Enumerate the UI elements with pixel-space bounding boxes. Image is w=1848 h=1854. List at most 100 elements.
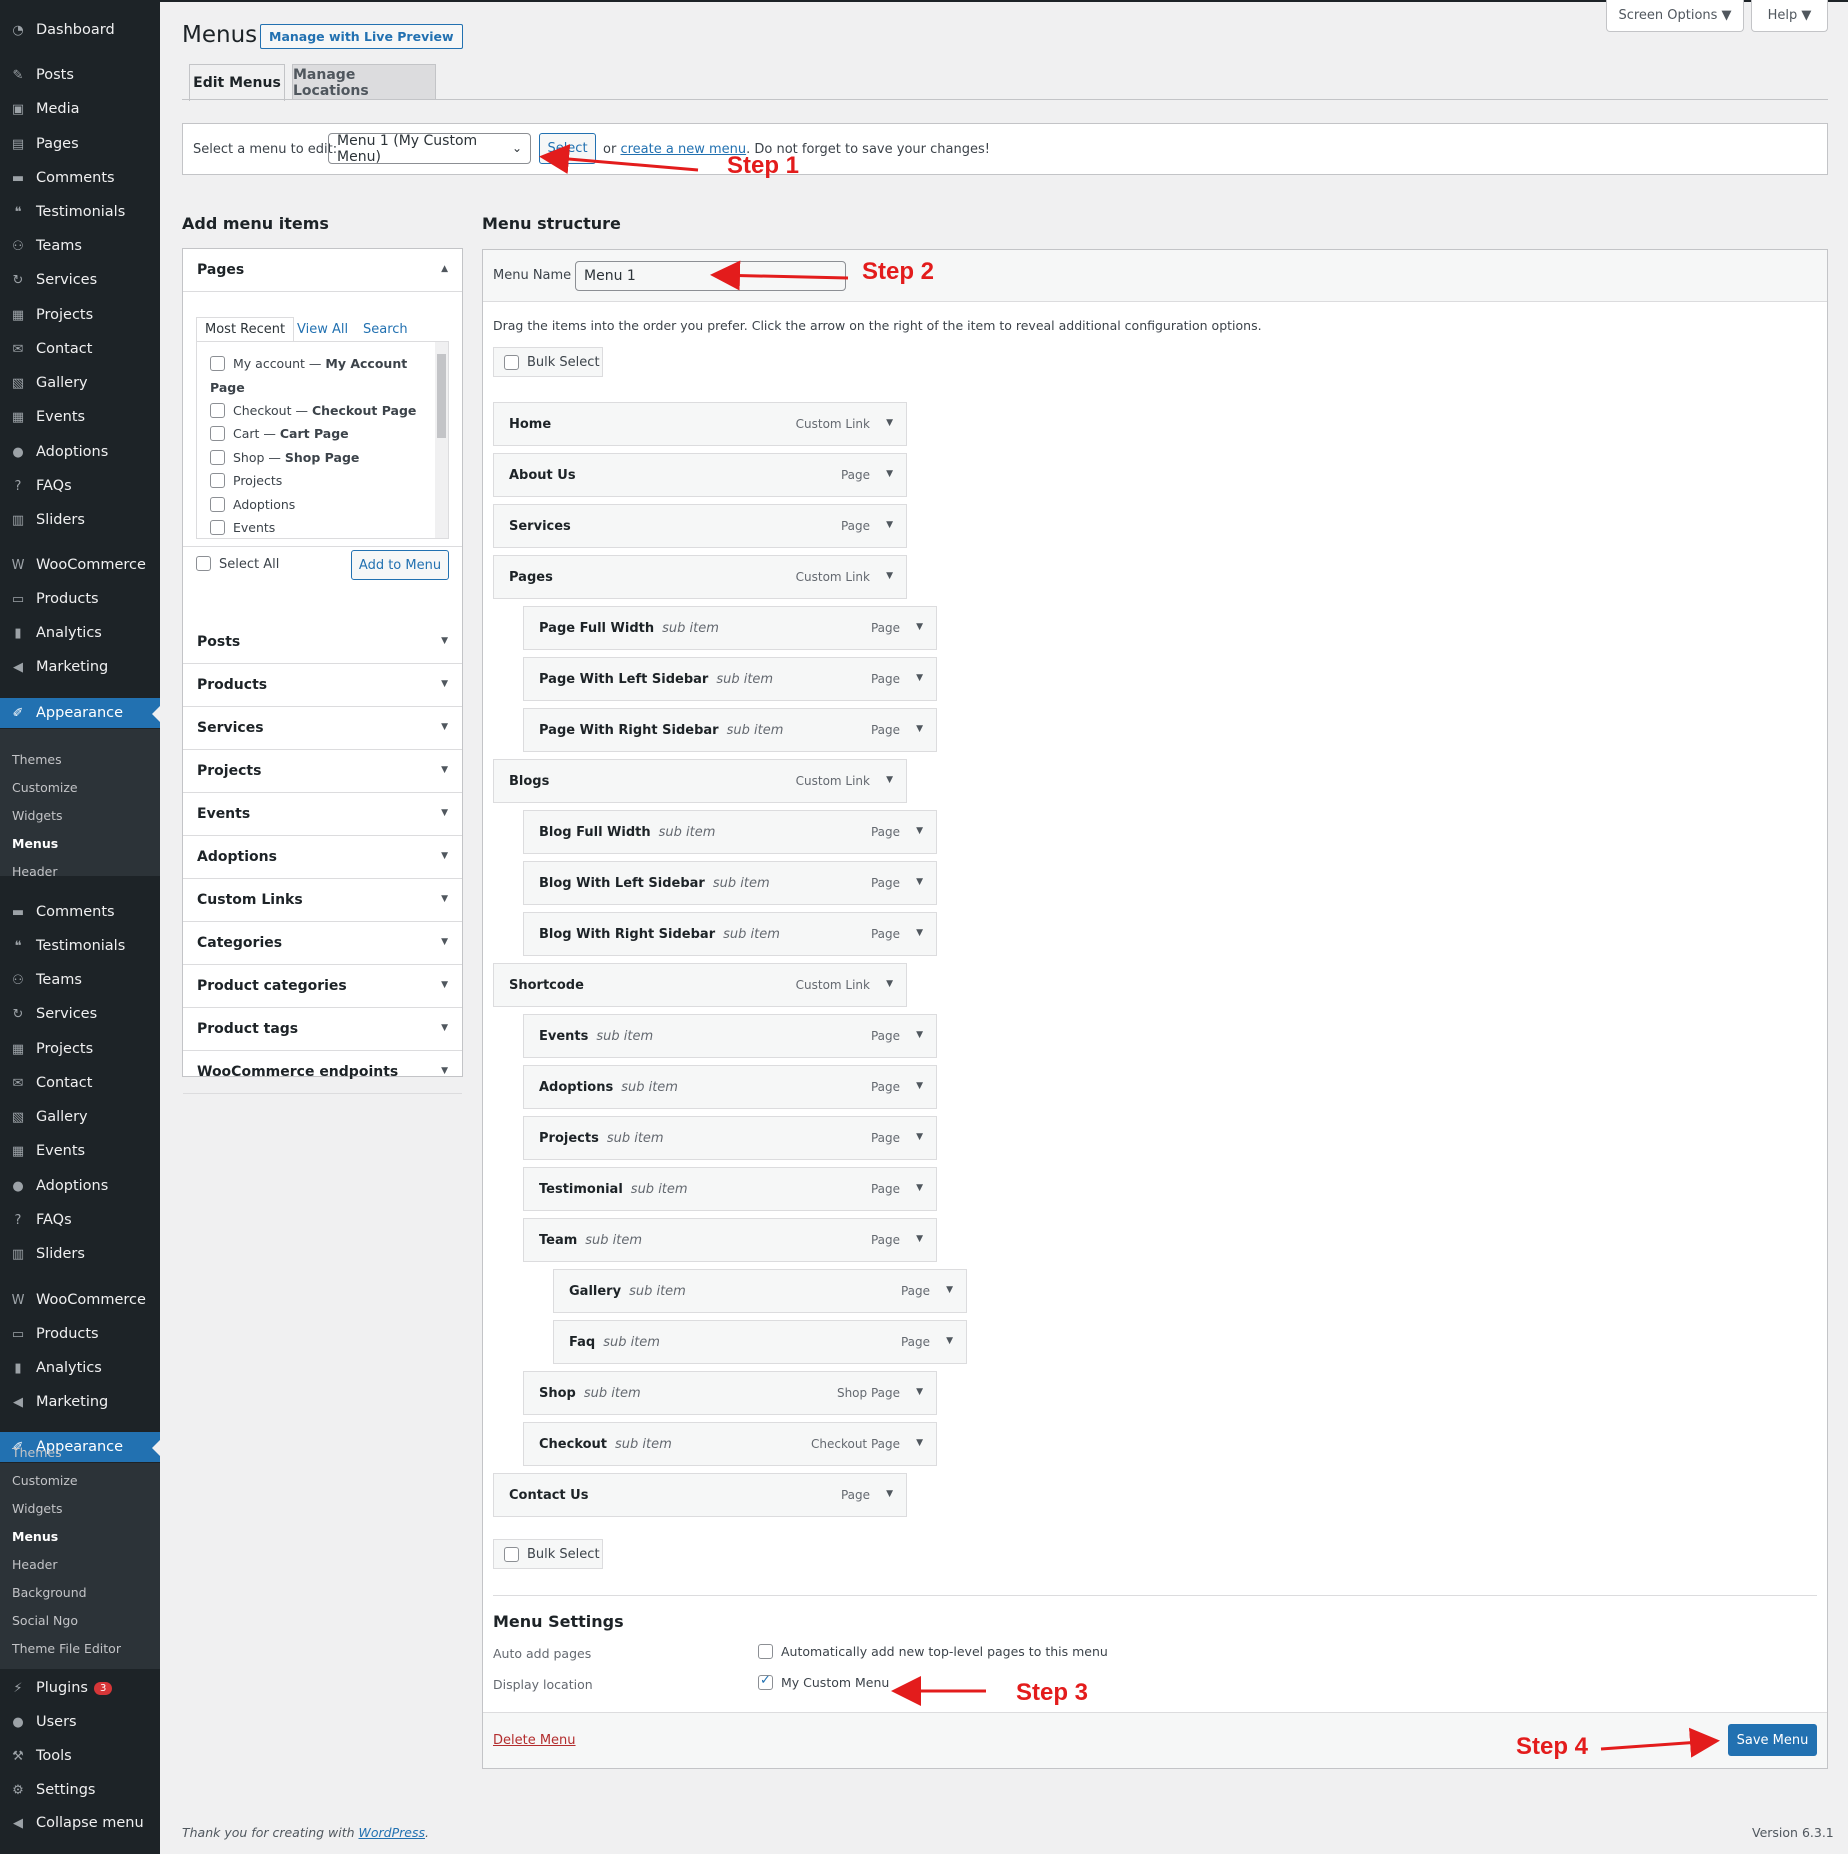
checkbox[interactable]: [196, 556, 211, 571]
select-all-checkbox[interactable]: Select All: [196, 556, 279, 572]
manage-live-preview-button[interactable]: Manage with Live Preview: [260, 24, 463, 49]
sidebar-item-woocommerce[interactable]: W WooCommerce: [0, 550, 160, 580]
save-menu-button[interactable]: Save Menu: [1728, 1724, 1817, 1756]
accordion-pages[interactable]: Pages ▲: [183, 249, 462, 292]
accordion-services[interactable]: Services ▼: [183, 707, 462, 750]
sidebar-item-collapse-menu[interactable]: ◀ Collapse menu: [0, 1808, 160, 1838]
bulk-select-top[interactable]: Bulk Select: [493, 347, 603, 377]
auto-add-pages-option[interactable]: Automatically add new top-level pages to…: [758, 1644, 1108, 1659]
menu-item-about-us[interactable]: About Us Page ▼: [493, 453, 907, 497]
checkbox[interactable]: [504, 354, 519, 370]
help-button[interactable]: Help ▼: [1751, 0, 1828, 32]
wordpress-link[interactable]: WordPress: [359, 1825, 425, 1840]
checkbox[interactable]: [210, 403, 225, 418]
sidebar-item-products[interactable]: ▭ Products: [0, 584, 160, 614]
expand-arrow-icon[interactable]: ▼: [886, 469, 893, 479]
sidebar-item-appearance[interactable]: ✐ Appearance: [0, 698, 160, 728]
accordion-events[interactable]: Events ▼: [183, 793, 462, 836]
menu-item-pages[interactable]: Pages Custom Link ▼: [493, 555, 907, 599]
delete-menu-link[interactable]: Delete Menu: [493, 1733, 576, 1748]
tab-view-all[interactable]: View All: [297, 322, 348, 337]
checkbox[interactable]: [504, 1546, 519, 1562]
sidebar-item-products[interactable]: ▭ Products: [0, 1319, 160, 1349]
submenu-background[interactable]: Background: [12, 1585, 87, 1600]
sidebar-item-events[interactable]: ▦ Events: [0, 402, 160, 432]
sidebar-item-sliders[interactable]: ▥ Sliders: [0, 505, 160, 535]
accordion-product-categories[interactable]: Product categories ▼: [183, 965, 462, 1008]
pages-list-scrollbar[interactable]: [435, 342, 448, 538]
submenu-customize[interactable]: Customize: [12, 780, 78, 795]
expand-arrow-icon[interactable]: ▼: [916, 1438, 923, 1448]
submenu-customize[interactable]: Customize: [12, 1473, 78, 1488]
sidebar-item-adoptions[interactable]: ● Adoptions: [0, 1171, 160, 1201]
submenu-header[interactable]: Header: [12, 864, 58, 879]
add-to-menu-button[interactable]: Add to Menu: [351, 550, 449, 580]
expand-arrow-icon[interactable]: ▼: [916, 1234, 923, 1244]
menu-item-testimonial[interactable]: Testimonial sub item Page ▼: [523, 1167, 937, 1211]
page-checklist-item[interactable]: Projects: [210, 469, 282, 493]
sidebar-item-pages[interactable]: ▤ Pages: [0, 129, 160, 159]
page-checklist-item[interactable]: Checkout — Checkout Page: [210, 399, 416, 423]
sidebar-item-events[interactable]: ▦ Events: [0, 1136, 160, 1166]
menu-item-contact-us[interactable]: Contact Us Page ▼: [493, 1473, 907, 1517]
accordion-posts[interactable]: Posts ▼: [183, 621, 462, 664]
checkbox[interactable]: [210, 426, 225, 441]
auto-add-checkbox[interactable]: [758, 1644, 773, 1659]
submenu-header[interactable]: Header: [12, 1557, 58, 1572]
display-location-option[interactable]: My Custom Menu: [758, 1673, 889, 1690]
submenu-widgets[interactable]: Widgets: [12, 1501, 63, 1516]
sidebar-item-testimonials[interactable]: ❝ Testimonials: [0, 197, 160, 227]
menu-item-services[interactable]: Services Page ▼: [493, 504, 907, 548]
expand-arrow-icon[interactable]: ▼: [886, 571, 893, 581]
menu-item-shortcode[interactable]: Shortcode Custom Link ▼: [493, 963, 907, 1007]
menu-item-team[interactable]: Team sub item Page ▼: [523, 1218, 937, 1262]
sidebar-item-projects[interactable]: ▦ Projects: [0, 300, 160, 330]
menu-item-blog-full-width[interactable]: Blog Full Width sub item Page ▼: [523, 810, 937, 854]
my-custom-menu-checkbox[interactable]: [758, 1673, 773, 1690]
checkbox[interactable]: [210, 450, 225, 465]
sidebar-item-faqs[interactable]: ? FAQs: [0, 471, 160, 501]
checkbox[interactable]: [210, 356, 225, 371]
page-checklist-item[interactable]: My account — My Account: [210, 352, 407, 376]
sidebar-item-faqs[interactable]: ? FAQs: [0, 1205, 160, 1235]
sidebar-item-users[interactable]: ● Users: [0, 1707, 160, 1737]
bulk-select-bottom[interactable]: Bulk Select: [493, 1539, 603, 1569]
screen-options-button[interactable]: Screen Options ▼: [1606, 0, 1744, 32]
tab-edit-menus[interactable]: Edit Menus: [189, 64, 285, 101]
sidebar-item-gallery[interactable]: ▧ Gallery: [0, 1102, 160, 1132]
menu-item-events[interactable]: Events sub item Page ▼: [523, 1014, 937, 1058]
tab-search[interactable]: Search: [363, 322, 408, 337]
expand-arrow-icon[interactable]: ▼: [916, 622, 923, 632]
menu-item-shop[interactable]: Shop sub item Shop Page ▼: [523, 1371, 937, 1415]
accordion-projects[interactable]: Projects ▼: [183, 750, 462, 793]
accordion-categories[interactable]: Categories ▼: [183, 922, 462, 965]
accordion-products[interactable]: Products ▼: [183, 664, 462, 707]
submenu-widgets[interactable]: Widgets: [12, 808, 63, 823]
menu-item-checkout[interactable]: Checkout sub item Checkout Page ▼: [523, 1422, 937, 1466]
menu-item-home[interactable]: Home Custom Link ▼: [493, 402, 907, 446]
sidebar-item-testimonials[interactable]: ❝ Testimonials: [0, 931, 160, 961]
sidebar-item-dashboard[interactable]: ◔ Dashboard: [0, 15, 160, 45]
sidebar-item-posts[interactable]: ✎ Posts: [0, 60, 160, 90]
sidebar-item-teams[interactable]: ⚇ Teams: [0, 965, 160, 995]
sidebar-item-woocommerce[interactable]: W WooCommerce: [0, 1285, 160, 1315]
page-checklist-item[interactable]: Cart — Cart Page: [210, 422, 349, 446]
menu-item-blog-with-right-sidebar[interactable]: Blog With Right Sidebar sub item Page ▼: [523, 912, 937, 956]
page-checklist-item[interactable]: Events: [210, 516, 275, 538]
accordion-custom-links[interactable]: Custom Links ▼: [183, 879, 462, 922]
page-checklist-item[interactable]: Adoptions: [210, 493, 295, 517]
menu-item-page-with-left-sidebar[interactable]: Page With Left Sidebar sub item Page ▼: [523, 657, 937, 701]
submenu-social-ngo[interactable]: Social Ngo: [12, 1613, 78, 1628]
expand-arrow-icon[interactable]: ▼: [916, 928, 923, 938]
sidebar-item-services[interactable]: ↻ Services: [0, 999, 160, 1029]
sidebar-item-contact[interactable]: ✉ Contact: [0, 334, 160, 364]
expand-arrow-icon[interactable]: ▼: [886, 418, 893, 428]
menu-item-gallery[interactable]: Gallery sub item Page ▼: [553, 1269, 967, 1313]
sidebar-item-plugins[interactable]: ⚡ Plugins 3: [0, 1673, 160, 1703]
sidebar-item-contact[interactable]: ✉ Contact: [0, 1068, 160, 1098]
submenu-menus[interactable]: Menus: [12, 1529, 58, 1544]
checkbox[interactable]: [210, 497, 225, 512]
expand-arrow-icon[interactable]: ▼: [946, 1285, 953, 1295]
sidebar-item-projects[interactable]: ▦ Projects: [0, 1034, 160, 1064]
expand-arrow-icon[interactable]: ▼: [916, 1030, 923, 1040]
